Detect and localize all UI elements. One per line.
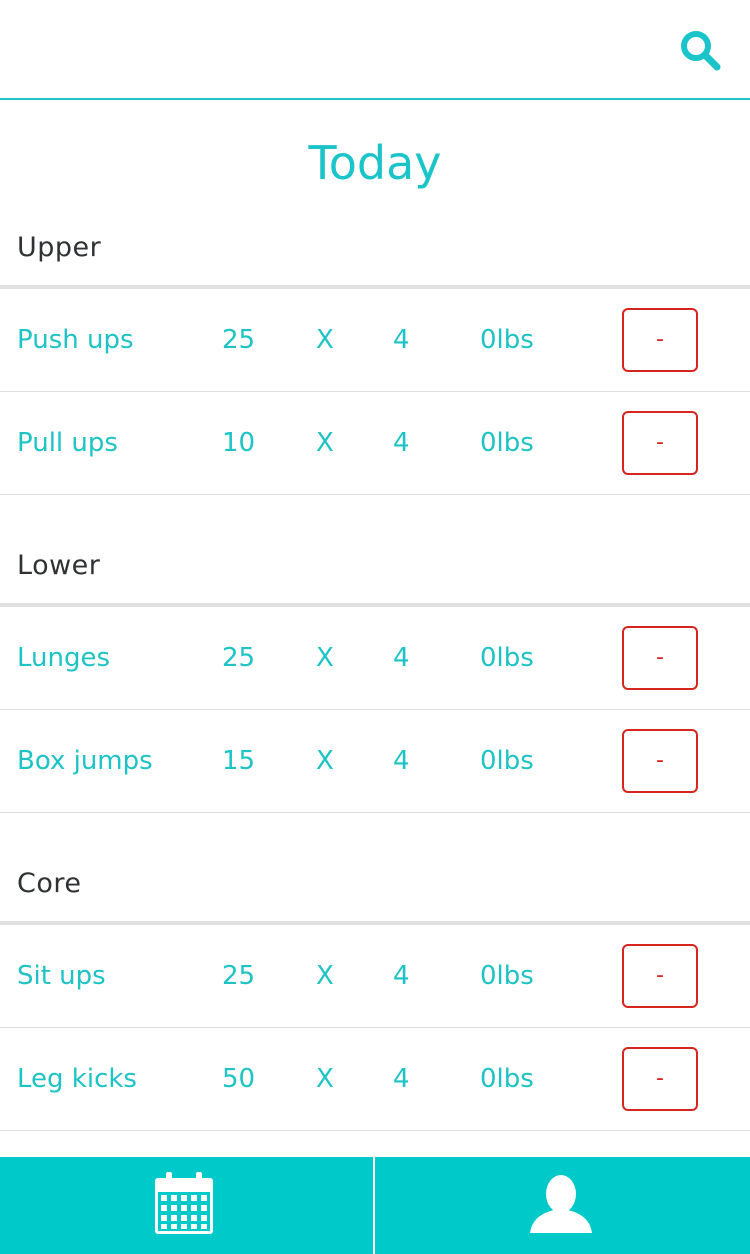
exercise-row: Pull ups 10 X 4 0lbs - [0,392,750,495]
exercise-sets: 4 [393,325,410,355]
exercise-weight: 0lbs [480,643,534,673]
exercise-name: Push ups [17,325,134,355]
exercise-sets: 4 [393,428,410,458]
user-icon [530,1175,592,1233]
exercise-name: Lunges [17,643,111,673]
multiplier-symbol: X [316,643,334,673]
exercise-sets: 4 [393,1064,410,1094]
exercise-name: Sit ups [17,961,106,991]
section-upper: Upper Push ups 25 X 4 0lbs - Pull ups 10… [0,207,750,495]
search-button[interactable] [678,28,724,74]
exercise-name: Leg kicks [17,1064,137,1094]
exercise-reps: 25 [222,961,256,991]
section-header: Upper [0,207,750,289]
multiplier-symbol: X [316,961,334,991]
exercise-sets: 4 [393,961,410,991]
section-header: Lower [0,525,750,607]
exercise-row: Leg kicks 50 X 4 0lbs - [0,1028,750,1131]
exercise-sets: 4 [393,643,410,673]
section-lower: Lower Lunges 25 X 4 0lbs - Box jumps 15 … [0,525,750,813]
tab-bar [0,1157,750,1254]
remove-exercise-button[interactable]: - [622,411,698,475]
remove-exercise-button[interactable]: - [622,1047,698,1111]
exercise-reps: 10 [222,428,256,458]
exercise-reps: 25 [222,325,256,355]
remove-exercise-button[interactable]: - [622,308,698,372]
section-title: Core [17,868,82,899]
page-title: Today [308,136,442,190]
multiplier-symbol: X [316,1064,334,1094]
remove-exercise-button[interactable]: - [622,626,698,690]
exercise-weight: 0lbs [480,428,534,458]
exercise-sets: 4 [393,746,410,776]
search-icon [681,31,721,71]
exercise-row: Lunges 25 X 4 0lbs - [0,607,750,710]
exercise-weight: 0lbs [480,1064,534,1094]
calendar-icon [155,1172,213,1234]
exercise-row: Box jumps 15 X 4 0lbs - [0,710,750,813]
exercise-reps: 50 [222,1064,256,1094]
exercise-row: Sit ups 25 X 4 0lbs - [0,925,750,1028]
remove-exercise-button[interactable]: - [622,944,698,1008]
section-title: Lower [17,550,101,581]
tab-calendar[interactable] [0,1157,373,1254]
exercise-weight: 0lbs [480,325,534,355]
exercise-weight: 0lbs [480,961,534,991]
multiplier-symbol: X [316,428,334,458]
section-header: Core [0,843,750,925]
section-title: Upper [17,232,102,263]
exercise-name: Box jumps [17,746,153,776]
exercise-name: Pull ups [17,428,118,458]
exercise-weight: 0lbs [480,746,534,776]
section-core: Core Sit ups 25 X 4 0lbs - Leg kicks 50 … [0,843,750,1131]
multiplier-symbol: X [316,325,334,355]
exercise-row: Push ups 25 X 4 0lbs - [0,289,750,392]
exercise-reps: 15 [222,746,256,776]
top-bar [0,0,750,100]
multiplier-symbol: X [316,746,334,776]
tab-profile[interactable] [375,1157,750,1254]
remove-exercise-button[interactable]: - [622,729,698,793]
exercise-reps: 25 [222,643,256,673]
